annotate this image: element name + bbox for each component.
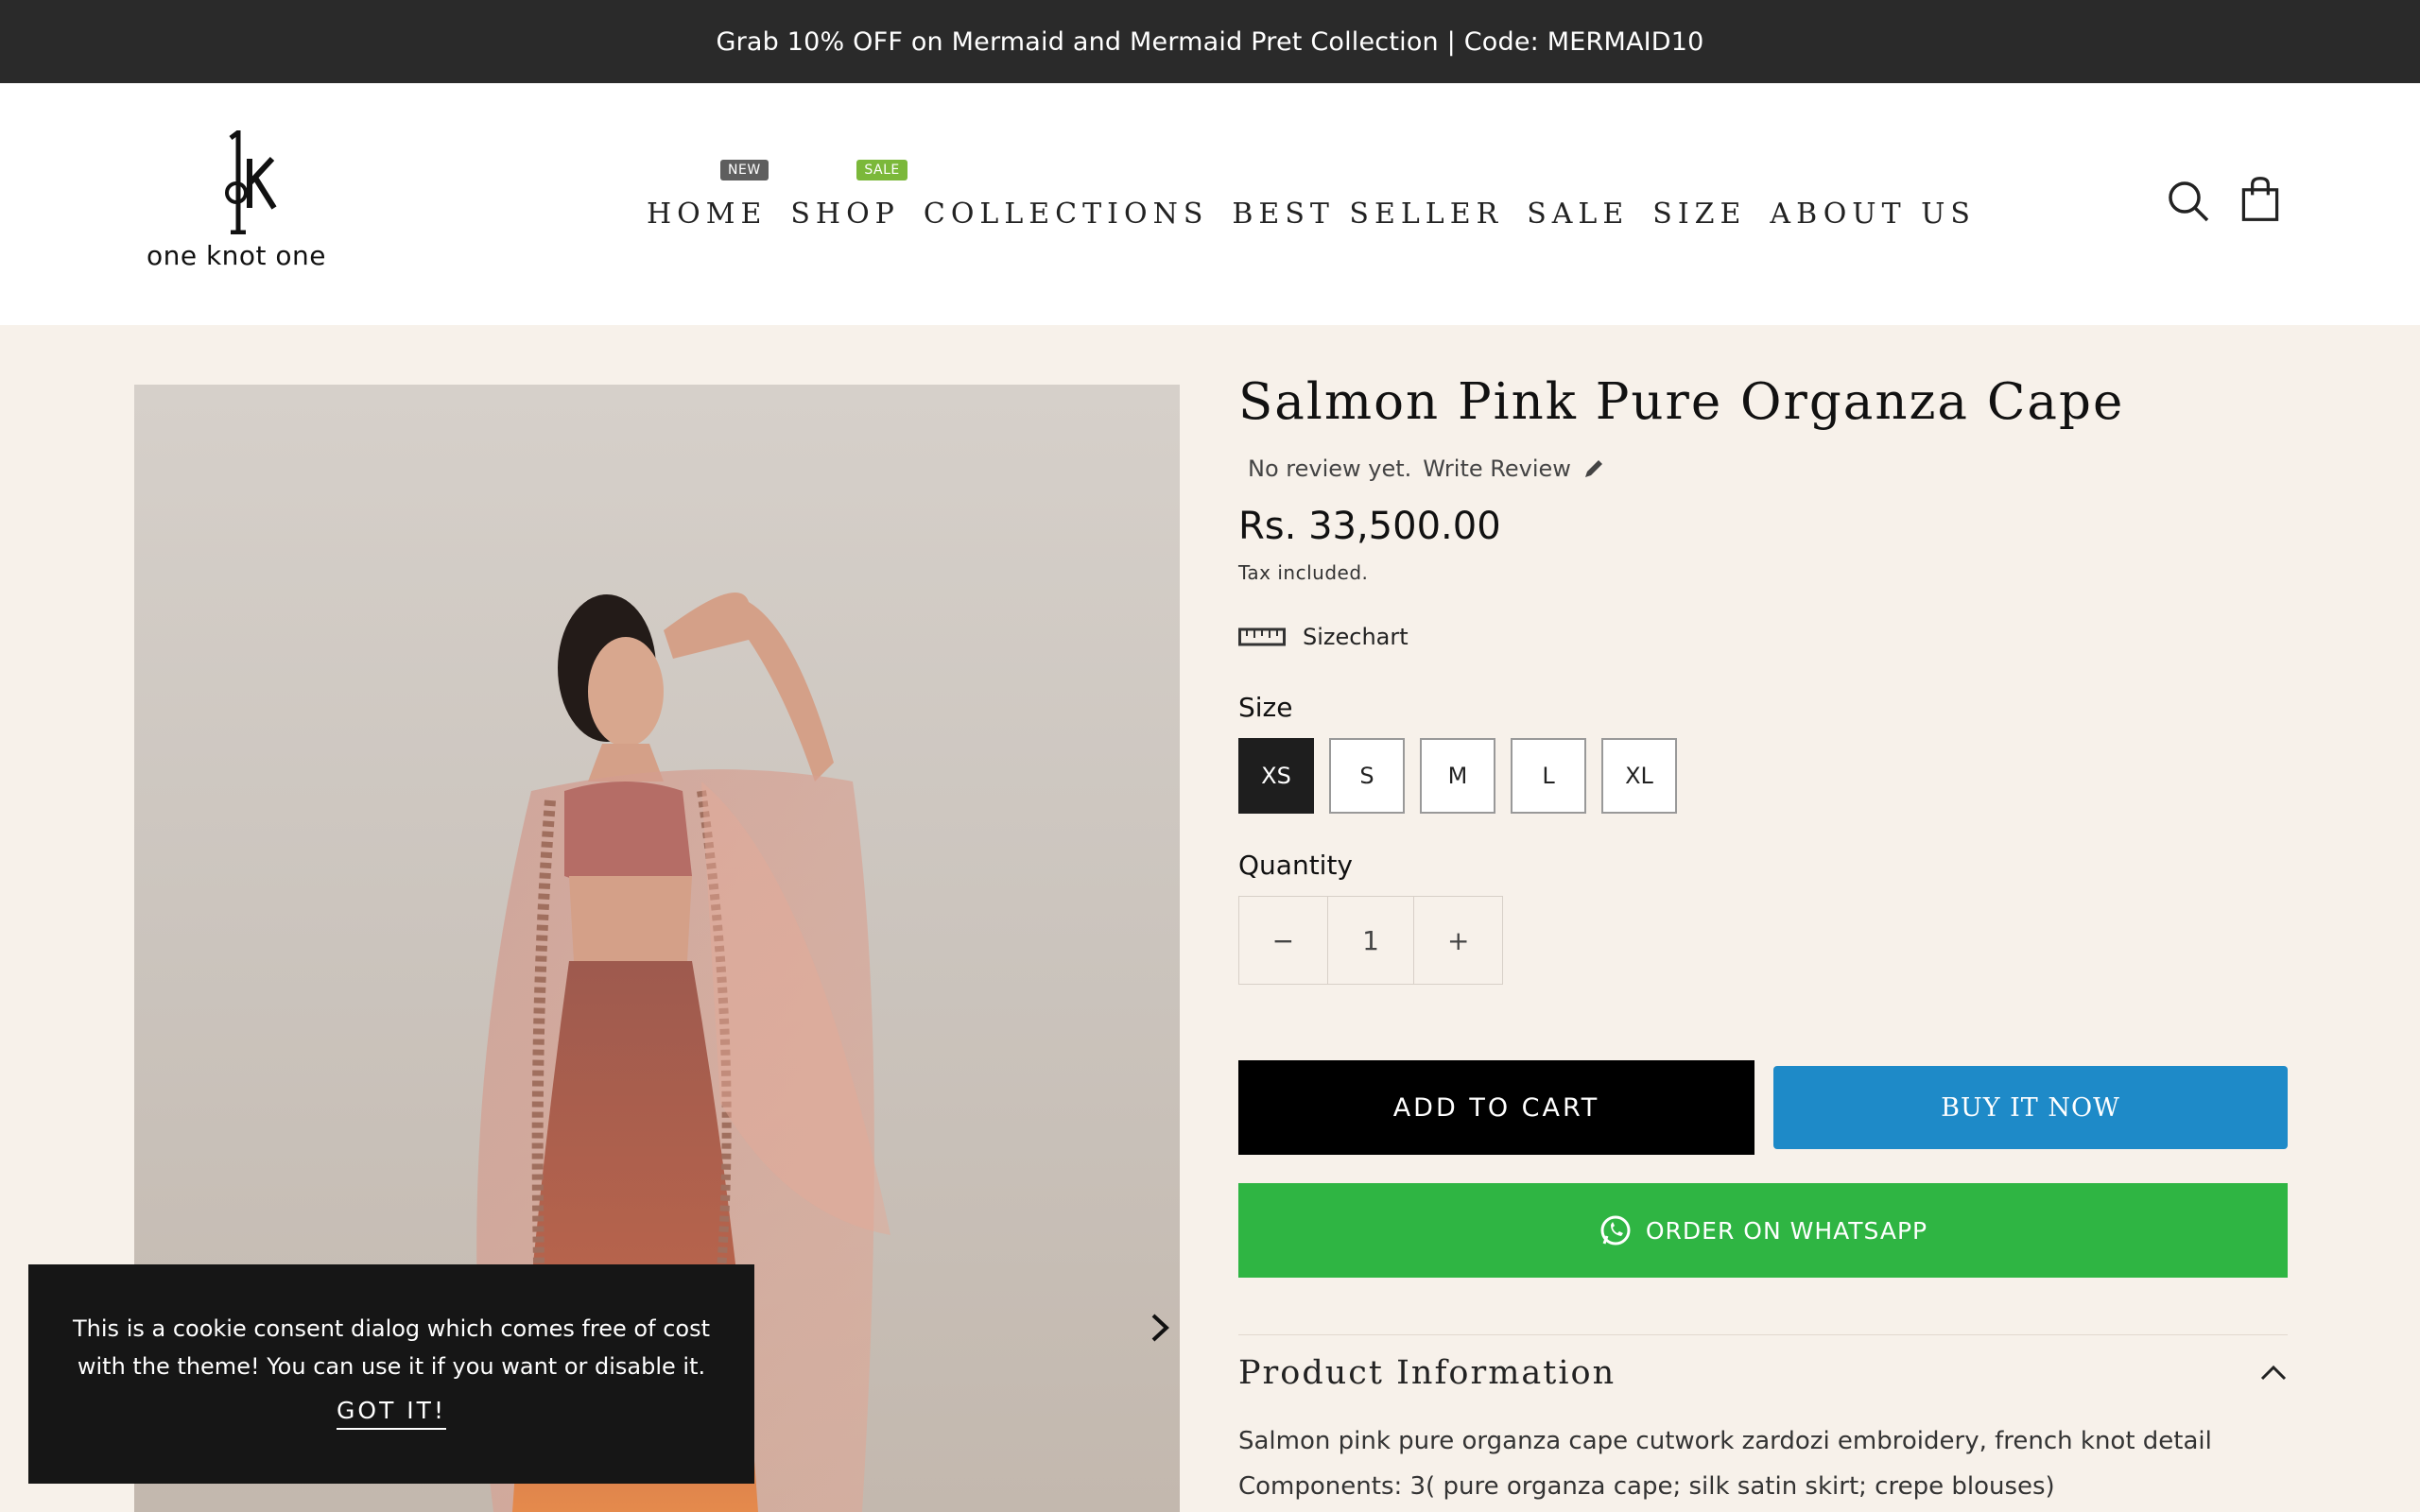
sale-badge: SALE <box>856 159 908 180</box>
buy-it-now-button[interactable]: BUY IT NOW <box>1773 1066 2288 1149</box>
cookie-message: This is a cookie consent dialog which co… <box>73 1315 710 1380</box>
gallery-next-arrow-icon[interactable] <box>1142 1304 1180 1351</box>
product-information-accordion: Product Information Salmon pink pure org… <box>1238 1334 2288 1509</box>
whatsapp-label: ORDER ON WHATSAPP <box>1645 1216 1928 1245</box>
purchase-buttons: ADD TO CART BUY IT NOW <box>1238 1060 2288 1155</box>
nav-sale[interactable]: SALE <box>1527 198 1629 231</box>
product-title: Salmon Pink Pure Organza Cape <box>1238 373 2125 431</box>
nav-best-seller[interactable]: BEST SELLER <box>1232 198 1503 231</box>
quantity-stepper: − 1 + <box>1238 896 1503 985</box>
main-nav: NEW HOME SALE SHOP COLLECTIONS BEST SELL… <box>647 159 1999 242</box>
brand-logo[interactable]: one knot one <box>142 130 331 282</box>
announcement-text: Grab 10% OFF on Mermaid and Mermaid Pret… <box>716 26 1704 57</box>
nav-shop-label: SHOP <box>790 197 900 231</box>
product-information-title: Product Information <box>1238 1354 1616 1392</box>
product-price: Rs. 33,500.00 <box>1238 505 1501 548</box>
shopping-bag-icon[interactable] <box>2237 176 2284 223</box>
size-label: Size <box>1238 692 1293 723</box>
order-on-whatsapp-button[interactable]: ORDER ON WHATSAPP <box>1238 1183 2288 1278</box>
logo-mark-icon <box>225 130 277 234</box>
ruler-icon <box>1238 627 1286 646</box>
whatsapp-icon <box>1600 1215 1631 1246</box>
review-count: No review yet. <box>1248 455 1412 482</box>
nav-size[interactable]: SIZE <box>1652 198 1746 231</box>
quantity-decrease-button[interactable]: − <box>1239 897 1327 984</box>
cookie-accept-button[interactable]: GOT IT! <box>337 1397 446 1430</box>
quantity-increase-button[interactable]: + <box>1414 897 1502 984</box>
size-option-m[interactable]: M <box>1420 738 1495 814</box>
tax-note: Tax included. <box>1238 561 1369 584</box>
add-to-cart-button[interactable]: ADD TO CART <box>1238 1060 1754 1155</box>
new-badge: NEW <box>720 159 769 180</box>
nav-collections[interactable]: COLLECTIONS <box>924 198 1209 231</box>
nav-home-label: HOME <box>647 197 768 231</box>
size-option-l[interactable]: L <box>1511 738 1586 814</box>
product-details: Salmon Pink Pure Organza Cape No review … <box>1238 373 2288 1501</box>
size-option-xs[interactable]: XS <box>1238 738 1314 814</box>
description-line: Salmon pink pure organza cape cutwork za… <box>1238 1427 2212 1455</box>
nav-shop[interactable]: SALE SHOP <box>790 159 908 231</box>
sizechart-label: Sizechart <box>1303 624 1409 650</box>
description-line: Components: 3( pure organza cape; silk s… <box>1238 1472 2055 1501</box>
sizechart-link[interactable]: Sizechart <box>1238 624 2288 650</box>
product-description: Salmon pink pure organza cape cutwork za… <box>1238 1418 2288 1509</box>
cookie-consent-dialog: This is a cookie consent dialog which co… <box>28 1264 754 1484</box>
product-information-toggle[interactable]: Product Information <box>1238 1354 2288 1392</box>
quantity-input[interactable]: 1 <box>1326 897 1415 984</box>
search-icon[interactable] <box>2165 178 2212 225</box>
brand-name: one knot one <box>146 240 327 271</box>
size-option-xl[interactable]: XL <box>1601 738 1677 814</box>
review-summary: No review yet. Write Review <box>1248 455 2288 482</box>
size-option-s[interactable]: S <box>1329 738 1405 814</box>
pencil-icon[interactable] <box>1582 457 1605 480</box>
announcement-bar: Grab 10% OFF on Mermaid and Mermaid Pret… <box>0 0 2420 83</box>
write-review-link[interactable]: Write Review <box>1423 455 1571 482</box>
size-selector: XS S M L XL <box>1238 738 2288 814</box>
nav-home[interactable]: NEW HOME <box>647 159 769 231</box>
chevron-up-icon <box>2260 1365 2287 1381</box>
quantity-label: Quantity <box>1238 850 1353 881</box>
nav-about-us[interactable]: ABOUT US <box>1770 198 1976 231</box>
site-header: one knot one NEW HOME SALE SHOP COLLECTI… <box>0 83 2420 325</box>
